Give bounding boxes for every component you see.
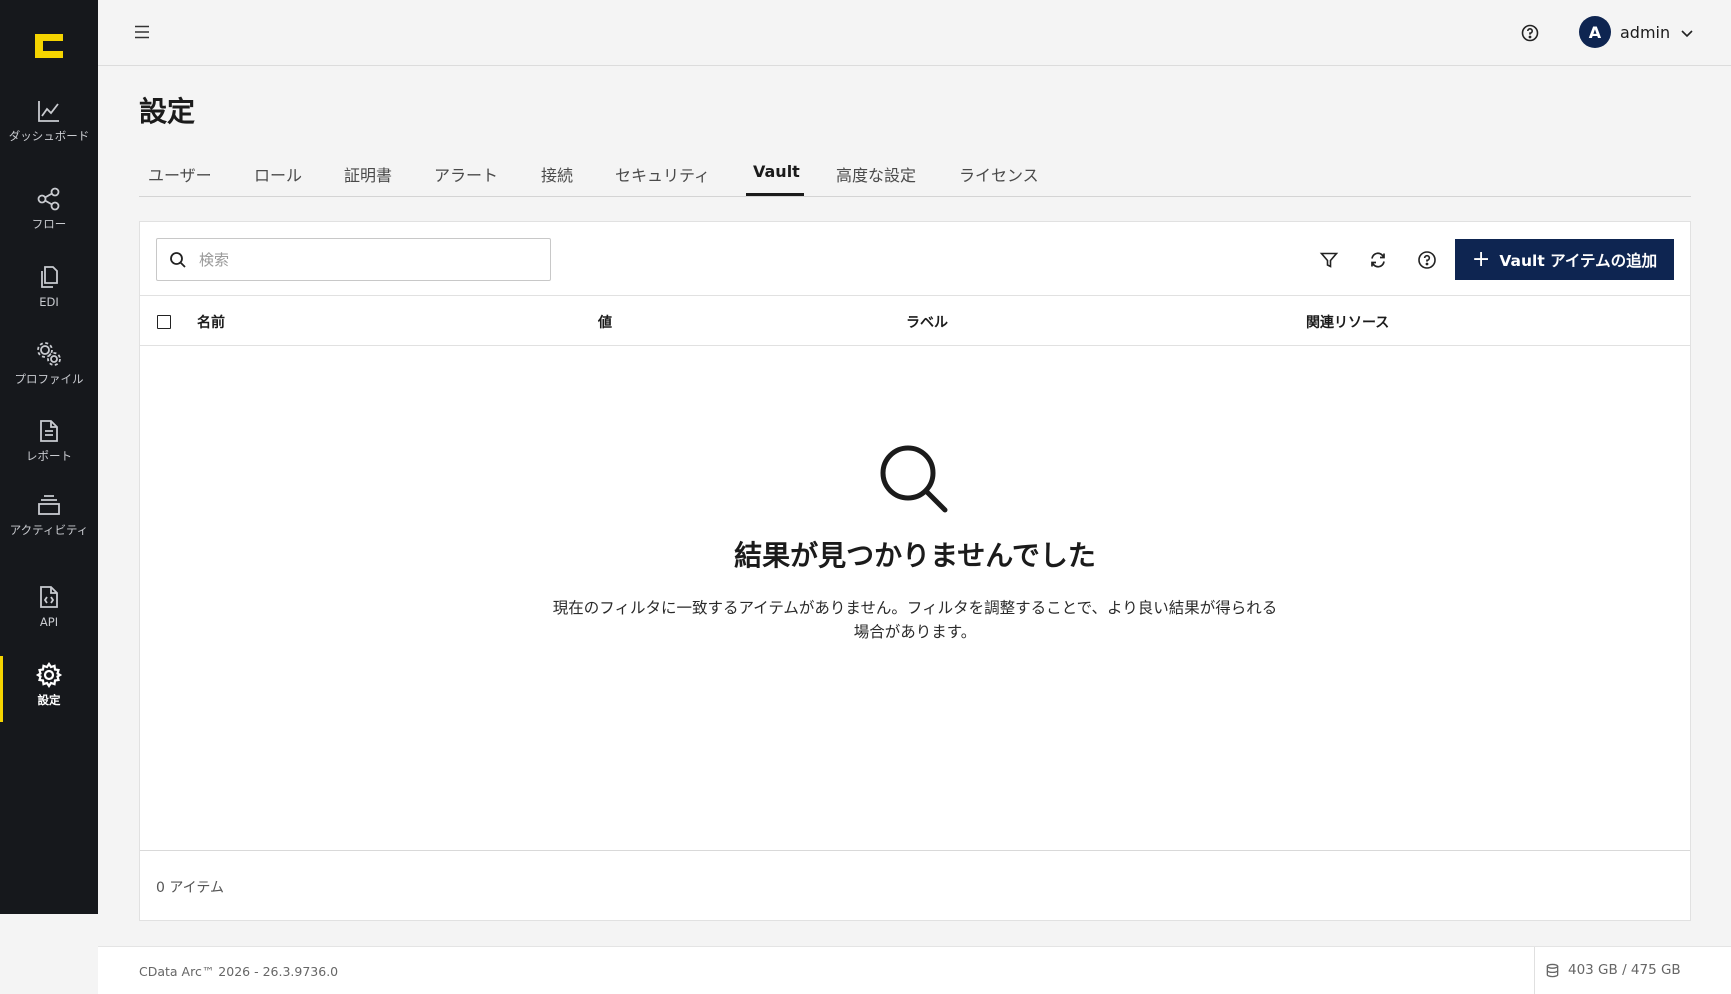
- sidebar-item-settings[interactable]: 設定: [0, 656, 98, 732]
- sidebar-item-api[interactable]: API: [0, 582, 98, 654]
- sidebar-item-label: ダッシュボード: [8, 129, 90, 143]
- sidebar-item-label: 設定: [37, 693, 61, 707]
- tab-license[interactable]: ライセンス: [959, 162, 1039, 186]
- chart-line-icon: [34, 96, 64, 126]
- sidebar-item-label: レポート: [26, 449, 72, 463]
- empty-state-description-line: 場合があります。: [853, 623, 977, 641]
- gears-icon: [34, 339, 64, 369]
- tab-roles[interactable]: ロール: [254, 162, 302, 186]
- sidebar-item-profiles[interactable]: プロファイル: [0, 339, 98, 411]
- version-text: CData Arc™ 2026 - 26.3.9736.0: [139, 964, 339, 979]
- cdata-logo[interactable]: [31, 28, 67, 64]
- filter-icon[interactable]: [1319, 250, 1339, 270]
- report-document-icon: [34, 416, 64, 446]
- column-header-value[interactable]: 値: [598, 312, 612, 332]
- search-box[interactable]: [156, 238, 551, 281]
- layers-icon: [34, 490, 64, 520]
- sidebar-item-dashboard[interactable]: ダッシュボード: [0, 96, 98, 168]
- tab-certificates[interactable]: 証明書: [344, 162, 392, 186]
- documents-icon: [34, 262, 64, 292]
- item-count: 0 アイテム: [156, 880, 224, 896]
- search-input[interactable]: [199, 250, 529, 269]
- sidebar-item-flows[interactable]: フロー: [0, 184, 98, 256]
- sidebar-item-label: アクティビティ: [9, 523, 89, 537]
- top-bar: A admin: [98, 0, 1731, 66]
- database-icon: [1546, 963, 1559, 977]
- sidebar-item-label: フロー: [31, 217, 67, 231]
- code-file-icon: [34, 582, 64, 612]
- tab-security[interactable]: セキュリティ: [615, 162, 710, 186]
- table-header: 名前 値 ラベル 関連リソース: [140, 296, 1690, 346]
- user-menu[interactable]: A admin: [1579, 16, 1694, 48]
- sidebar-item-label: EDI: [39, 295, 59, 309]
- sidebar-item-label: プロファイル: [14, 372, 84, 386]
- toolbar: + Vault アイテムの追加: [140, 222, 1690, 296]
- magnifier-icon: [876, 441, 950, 515]
- sidebar-item-label: API: [39, 615, 59, 629]
- app-footer: CData Arc™ 2026 - 26.3.9736.0 403 GB / 4…: [98, 946, 1731, 994]
- settings-tabs: ユーザー ロール 証明書 アラート 接続 セキュリティ Vault 高度な設定 …: [139, 150, 1691, 197]
- active-tab-indicator: [746, 193, 804, 196]
- avatar: A: [1579, 16, 1611, 48]
- add-vault-item-label: Vault アイテムの追加: [1499, 251, 1658, 270]
- vault-panel: + Vault アイテムの追加 名前 値 ラベル 関連リソース 結果が見つかりま…: [139, 221, 1691, 921]
- column-header-related-resources[interactable]: 関連リソース: [1306, 312, 1389, 332]
- plus-icon: +: [1471, 246, 1491, 272]
- storage-text: 403 GB / 475 GB: [1568, 962, 1681, 978]
- share-nodes-icon: [34, 184, 64, 214]
- sidebar-item-activity[interactable]: アクティビティ: [0, 490, 98, 562]
- column-header-name[interactable]: 名前: [197, 312, 225, 332]
- hamburger-menu-icon[interactable]: [134, 24, 150, 39]
- tab-alerts[interactable]: アラート: [434, 162, 498, 186]
- empty-state-description: 現在のフィルタに一致するアイテムがありません。フィルタを調整することで、より良い…: [520, 596, 1310, 644]
- tab-advanced-settings[interactable]: 高度な設定: [836, 162, 916, 186]
- table-footer: 0 アイテム: [140, 850, 1690, 922]
- refresh-icon[interactable]: [1368, 250, 1388, 270]
- empty-state: 結果が見つかりませんでした 現在のフィルタに一致するアイテムがありません。フィル…: [140, 346, 1690, 850]
- tab-connections[interactable]: 接続: [541, 162, 573, 186]
- sidebar: ダッシュボード フロー EDI プロファイル レポート アクティビティ API …: [0, 0, 98, 914]
- username: admin: [1620, 22, 1671, 42]
- divider: [1534, 947, 1535, 994]
- page-title: 設定: [139, 95, 196, 128]
- help-icon[interactable]: [1417, 250, 1437, 270]
- tab-users[interactable]: ユーザー: [148, 162, 212, 186]
- settings-gear-icon: [34, 660, 64, 690]
- empty-state-title: 結果が見つかりませんでした: [734, 539, 1096, 572]
- chevron-down-icon: [1680, 25, 1694, 39]
- tab-vault[interactable]: Vault: [753, 162, 800, 181]
- empty-state-description-line: 現在のフィルタに一致するアイテムがありません。フィルタを調整することで、より良い…: [552, 599, 1278, 617]
- column-header-label[interactable]: ラベル: [906, 312, 948, 332]
- search-icon: [169, 251, 187, 269]
- storage-usage: 403 GB / 475 GB: [1545, 962, 1681, 978]
- help-icon[interactable]: [1521, 24, 1539, 42]
- sidebar-item-reports[interactable]: レポート: [0, 416, 98, 488]
- sidebar-item-edi[interactable]: EDI: [0, 262, 98, 334]
- select-all-checkbox[interactable]: [157, 315, 171, 329]
- add-vault-item-button[interactable]: + Vault アイテムの追加: [1455, 239, 1674, 280]
